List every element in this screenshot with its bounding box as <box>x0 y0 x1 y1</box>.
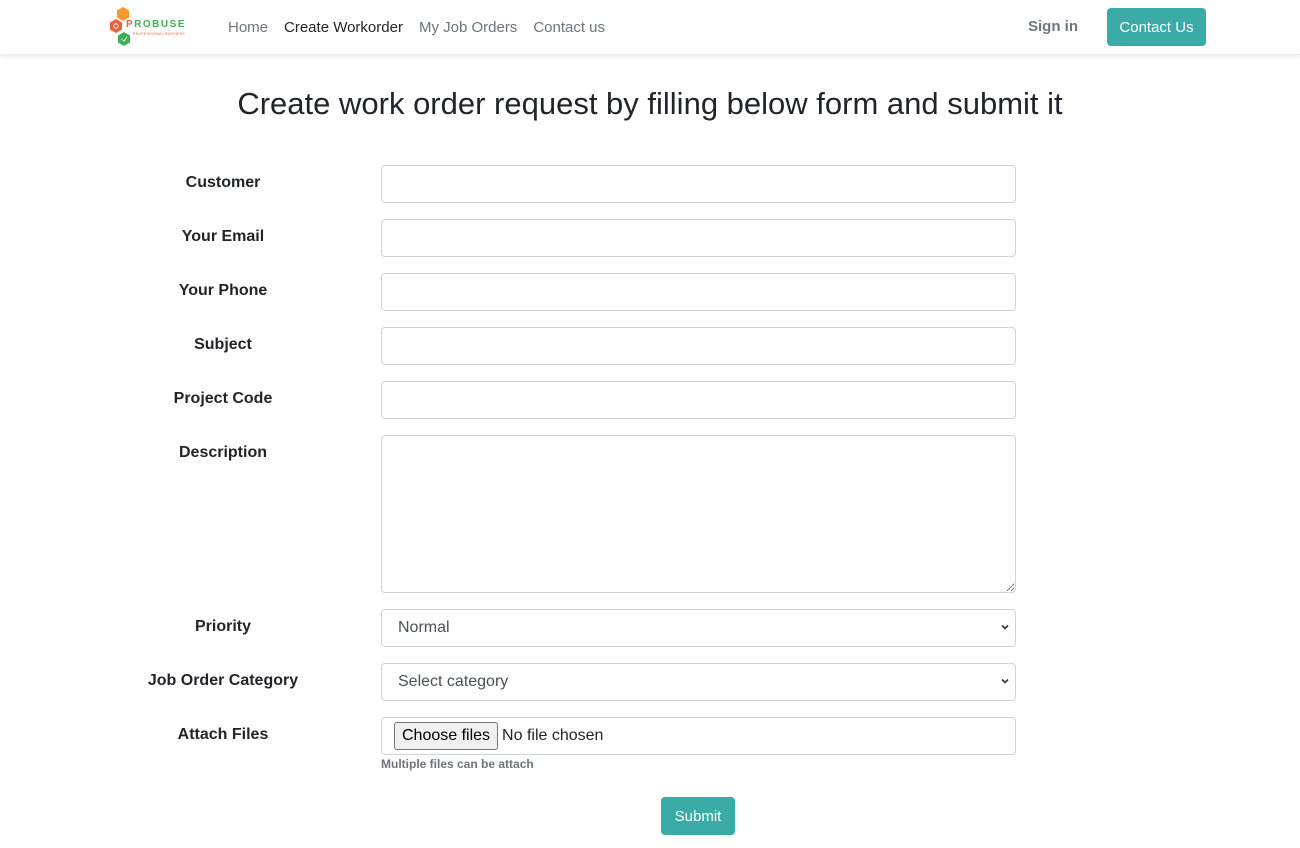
attach-label: Attach Files <box>177 726 269 743</box>
project-code-input[interactable] <box>381 381 1016 419</box>
choose-files-button[interactable]: Choose files <box>394 722 499 750</box>
category-selected-value: Select category <box>398 673 509 690</box>
brand-logo[interactable]: PROBUSE PROFESSIONAL BUSINESS <box>108 6 188 48</box>
submit-button[interactable]: Submit <box>661 797 735 835</box>
nav-link-create-workorder[interactable]: Create Workorder <box>284 19 403 36</box>
chevron-down-icon <box>1001 624 1009 630</box>
contact-us-button[interactable]: Contact Us <box>1107 8 1206 46</box>
priority-label: Priority <box>194 618 251 635</box>
nav-links: Home Create Workorder My Job Orders Cont… <box>228 0 605 55</box>
file-status-text: No file chosen <box>502 727 604 744</box>
nav-link-contact[interactable]: Contact us <box>533 19 605 36</box>
logo-tagline: PROFESSIONAL BUSINESS <box>133 32 186 36</box>
navbar: PROBUSE PROFESSIONAL BUSINESS Home Creat… <box>0 0 1300 55</box>
chevron-down-icon <box>1001 678 1009 684</box>
subject-input[interactable] <box>381 327 1016 365</box>
attach-file-input[interactable]: Choose files No file chosen <box>381 717 1016 755</box>
customer-input[interactable] <box>381 165 1016 203</box>
description-textarea[interactable] <box>381 435 1016 593</box>
customer-label: Customer <box>185 174 261 191</box>
phone-label: Your Phone <box>178 282 268 299</box>
page-title: Create work order request by filling bel… <box>237 86 1063 121</box>
attach-help-text: Multiple files can be attach <box>381 757 534 771</box>
nav-link-home[interactable]: Home <box>228 19 268 36</box>
description-label: Description <box>178 444 267 461</box>
nav-link-my-job-orders[interactable]: My Job Orders <box>419 19 517 36</box>
subject-label: Subject <box>194 336 252 353</box>
logo-wordmark: PROBUSE <box>126 19 186 30</box>
project-code-label: Project Code <box>173 390 273 407</box>
sign-in-link[interactable]: Sign in <box>1028 18 1078 35</box>
category-label: Job Order Category <box>147 672 299 689</box>
category-select[interactable]: Select category <box>381 663 1016 701</box>
email-label: Your Email <box>181 228 265 245</box>
phone-input[interactable] <box>381 273 1016 311</box>
priority-selected-value: Normal <box>398 619 450 636</box>
email-input[interactable] <box>381 219 1016 257</box>
priority-select[interactable]: Normal <box>381 609 1016 647</box>
